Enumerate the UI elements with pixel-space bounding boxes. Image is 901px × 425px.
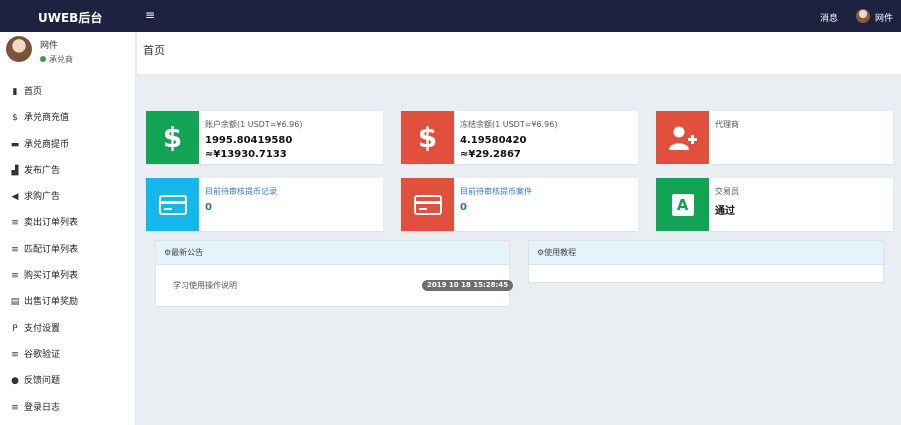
frozen-balance-card: $ 冻结余额(1 USDT=¥6.96) 4.19580420 ≈¥29.286…: [401, 111, 638, 164]
sidebar-user-status: 承兑商: [40, 54, 73, 65]
add-user-icon: [656, 111, 709, 164]
sidebar-item-post-ad[interactable]: ▟ 发布广告: [0, 158, 136, 184]
brand-logo[interactable]: UWEB后台: [38, 9, 102, 26]
list-icon: ≡: [11, 244, 19, 255]
signal-icon: ▟: [11, 165, 19, 176]
sidebar-item-buy-ad[interactable]: ◀ 求购广告: [0, 184, 136, 210]
account-balance-cny: ≈¥13930.7133: [205, 149, 287, 160]
list-icon: ≡: [11, 349, 19, 360]
menu-toggle-icon[interactable]: ≡: [145, 8, 155, 22]
account-balance-card: $ 账户余额(1 USDT=¥6.96) 1995.80419580 ≈¥139…: [146, 111, 383, 164]
notice-panel-title: 最新公告: [171, 248, 204, 257]
content-header: 首页: [137, 32, 901, 74]
sidebar-item-label: 卖出订单列表: [24, 218, 79, 229]
list-icon: ≡: [11, 402, 19, 413]
pending-recharge-value: 0: [205, 202, 212, 213]
tutorial-panel-title: 使用教程: [544, 248, 577, 257]
trader-status: 通过: [715, 206, 735, 217]
list-icon: ≡: [11, 271, 19, 282]
app-a-icon: A: [656, 178, 709, 231]
account-balance-label: 账户余额(1 USDT=¥6.96): [205, 120, 303, 129]
agent-card[interactable]: 代理商: [656, 111, 893, 164]
notice-panel: ⚙最新公告 学习使用操作说明 2019 10 18 15:28:45: [155, 240, 514, 307]
notice-date-badge: 2019 10 18 15:28:45: [422, 280, 514, 291]
frozen-balance-label: 冻结余额(1 USDT=¥6.96): [460, 120, 558, 129]
sidebar-item-label: 反馈问题: [24, 376, 61, 387]
sidebar-item-withdraw[interactable]: ▬ 承兑商提币: [0, 132, 136, 158]
top-bar: UWEB后台 ≡ 消息 网件: [0, 0, 901, 32]
sidebar-item-label: 承兑商提币: [24, 139, 70, 150]
sidebar-item-sell-orders[interactable]: ≡ 卖出订单列表: [0, 210, 136, 236]
trader-label: 交易员: [715, 187, 739, 196]
sidebar-user-name: 网件: [40, 41, 59, 51]
page-title: 首页: [143, 44, 165, 57]
pending-recharge-label: 目前待审核提币记录: [205, 187, 277, 196]
sidebar-user-status-text: 承兑商: [49, 55, 73, 64]
notice-item[interactable]: 学习使用操作说明: [173, 280, 237, 291]
pending-withdraw-label: 目前待审核提币案件: [460, 187, 532, 196]
tutorial-panel-header: ⚙使用教程: [529, 241, 883, 265]
pending-withdraw-value: 0: [460, 202, 467, 213]
sidebar-item-label: 谷歌验证: [24, 349, 61, 360]
sidebar-item-feedback[interactable]: ● 反馈问题: [0, 368, 136, 394]
account-balance-value: 1995.80419580: [205, 135, 293, 146]
frozen-balance-cny: ≈¥29.2867: [460, 149, 521, 160]
sidebar-item-label: 承兑商充值: [24, 113, 70, 124]
sidebar-item-recharge[interactable]: $ 承兑商充值: [0, 105, 136, 131]
pending-recharge-card[interactable]: 目前待审核提币记录 0: [146, 178, 383, 231]
sidebar-item-label: 匹配订单列表: [24, 244, 79, 255]
sidebar-item-label: 登录日志: [24, 402, 61, 413]
avatar: [6, 36, 32, 62]
sidebar-item-payment-settings[interactable]: P 支付设置: [0, 316, 136, 342]
sidebar-item-label: 支付设置: [24, 323, 61, 334]
frozen-balance-value: 4.19580420: [460, 135, 527, 146]
dollar-icon: $: [401, 111, 454, 164]
id-card-icon: ▤: [10, 297, 20, 308]
top-avatar[interactable]: [856, 9, 870, 23]
sidebar: 网件 承兑商 ▮ 首页 $ 承兑商充值 ▬ 承兑商提币 ▟ 发布广告 ◀ 求购广告 ≡ 卖出…: [0, 32, 136, 425]
messages-link[interactable]: 消息: [820, 11, 838, 24]
online-dot-icon: [40, 56, 46, 62]
notice-panel-header: ⚙最新公告: [156, 241, 509, 265]
dollar-icon: $: [146, 111, 199, 164]
credit-card-icon: [401, 178, 454, 231]
sidebar-item-google-auth[interactable]: ≡ 谷歌验证: [0, 342, 136, 368]
dollar-icon: $: [12, 113, 18, 124]
sidebar-item-match-orders[interactable]: ≡ 匹配订单列表: [0, 237, 136, 263]
bar-chart-icon: ▮: [12, 87, 18, 97]
tutorial-panel: ⚙使用教程: [528, 240, 884, 283]
sidebar-item-label: 购买订单列表: [24, 271, 79, 282]
credit-card-icon: [146, 178, 199, 231]
top-user-name[interactable]: 网件: [875, 11, 893, 24]
trader-card: A 交易员 通过: [656, 178, 893, 231]
credit-card-icon: ▬: [10, 139, 20, 150]
sidebar-item-login-log[interactable]: ≡ 登录日志: [0, 395, 136, 421]
sidebar-item-label: 出售订单奖励: [24, 297, 79, 308]
agent-label: 代理商: [715, 120, 739, 129]
comment-icon: ●: [11, 376, 19, 387]
megaphone-icon: ◀: [11, 192, 19, 203]
sidebar-item-label: 求购广告: [24, 192, 61, 203]
sidebar-nav: ▮ 首页 $ 承兑商充值 ▬ 承兑商提币 ▟ 发布广告 ◀ 求购广告 ≡ 卖出订单列表 ≡ 匹…: [0, 79, 136, 421]
sidebar-item-buy-orders[interactable]: ≡ 购买订单列表: [0, 263, 136, 289]
sidebar-item-sell-rewards[interactable]: ▤ 出售订单奖励: [0, 289, 136, 315]
paypal-icon: P: [12, 323, 18, 334]
sidebar-item-label: 首页: [24, 87, 43, 97]
list-icon: ≡: [11, 218, 19, 229]
pending-withdraw-card[interactable]: 目前待审核提币案件 0: [401, 178, 638, 231]
sidebar-item-home[interactable]: ▮ 首页: [0, 79, 136, 105]
sidebar-item-label: 发布广告: [24, 165, 61, 176]
